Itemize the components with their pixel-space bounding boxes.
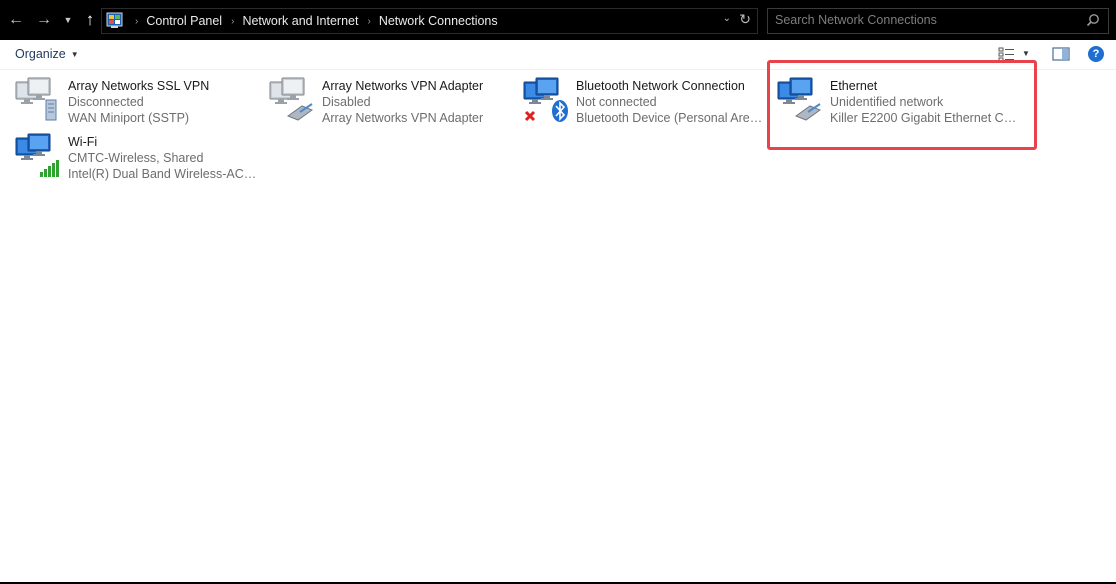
ethernet-network-icon [777,77,822,121]
connection-status: Unidentified network [830,95,944,109]
address-box[interactable]: › Control Panel › Network and Internet ›… [101,8,758,34]
connection-item-ethernet[interactable]: Ethernet Unidentified network Killer E22… [762,70,1020,125]
breadcrumb-separator-icon: › [135,15,139,27]
address-dropdown-chevron-icon[interactable]: ⌄ [723,13,731,24]
connection-device: Bluetooth Device (Personal Area ... [576,111,766,125]
connection-status: CMTC-Wireless, Shared [68,151,204,165]
search-icon[interactable] [1086,13,1100,27]
connection-item-array-vpn-adapter[interactable]: Array Networks VPN Adapter Disabled Arra… [254,70,504,125]
connection-name: Array Networks VPN Adapter [322,79,484,93]
vpn-network-icon [15,77,57,121]
command-toolbar: Organize ▼ ▼ ? [0,40,1116,70]
address-bar: ← → ▼ ↑ › Control Panel › Network and In… [0,0,1116,40]
breadcrumb-network-connections[interactable]: Network Connections [379,14,498,28]
connection-name: Bluetooth Network Connection [576,79,745,93]
refresh-icon[interactable]: ↻ [739,11,751,28]
bluetooth-network-icon [523,77,568,122]
chevron-down-icon: ▼ [70,49,79,59]
connection-status: Not connected [576,95,657,109]
change-view-icon[interactable] [998,46,1016,62]
connection-device: Intel(R) Dual Band Wireless-AC 72... [68,167,258,181]
control-panel-icon [106,12,123,28]
search-box[interactable] [767,8,1109,34]
breadcrumb-separator-icon: › [367,15,371,27]
connection-item-array-ssl-vpn[interactable]: Array Networks SSL VPN Disconnected WAN … [0,70,250,125]
preview-pane-icon[interactable] [1052,46,1070,62]
connection-name: Wi-Fi [68,135,98,149]
help-icon[interactable]: ? [1088,46,1104,62]
breadcrumb-network-and-internet[interactable]: Network and Internet [242,14,358,28]
connection-device: Killer E2200 Gigabit Ethernet Cont... [830,111,1020,125]
forward-arrow-icon[interactable]: → [34,10,54,30]
connection-item-wifi[interactable]: Wi-Fi CMTC-Wireless, Shared Intel(R) Dua… [0,126,258,181]
breadcrumb: › Control Panel › Network and Internet ›… [126,9,498,33]
back-arrow-icon[interactable]: ← [6,10,26,30]
wifi-network-icon [15,133,59,177]
up-arrow-icon[interactable]: ↑ [80,10,100,30]
connection-name: Ethernet [830,79,878,93]
connection-status: Disabled [322,95,371,109]
organize-label: Organize [15,47,66,61]
breadcrumb-control-panel[interactable]: Control Panel [146,14,222,28]
connection-name: Array Networks SSL VPN [68,79,210,93]
search-input[interactable] [768,9,1075,31]
connections-list: Array Networks SSL VPN Disconnected WAN … [0,70,1116,584]
connection-status: Disconnected [68,95,144,109]
connection-device: WAN Miniport (SSTP) [68,111,190,125]
connection-item-bluetooth[interactable]: Bluetooth Network Connection Not connect… [508,70,766,125]
recent-locations-chevron-icon[interactable]: ▼ [60,10,76,30]
organize-button[interactable]: Organize ▼ [15,47,79,61]
connection-device: Array Networks VPN Adapter [322,111,484,125]
view-options-chevron-icon[interactable]: ▼ [1022,49,1030,58]
breadcrumb-separator-icon: › [231,15,235,27]
ethernet-network-icon [269,77,314,121]
